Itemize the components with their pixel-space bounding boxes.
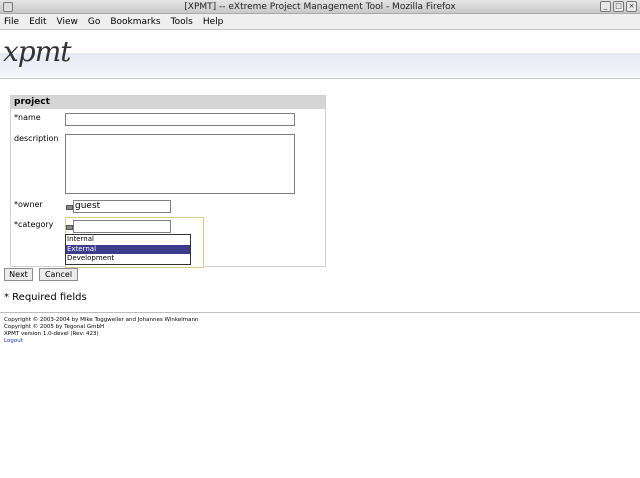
menu-help[interactable]: Help (203, 17, 224, 27)
description-label: description (14, 134, 59, 143)
category-dropdown[interactable]: Internal External Development (65, 234, 191, 265)
name-input[interactable] (65, 113, 295, 126)
description-textarea[interactable] (65, 134, 295, 194)
cancel-button[interactable]: Cancel (39, 268, 78, 281)
xpmt-logo: xpmt (3, 35, 72, 68)
category-lookup-icon[interactable] (66, 225, 73, 230)
footer-divider (0, 312, 640, 313)
header-banner: xpmt (0, 31, 640, 79)
footer: Copyright © 2003-2004 by Mike Toggweiler… (4, 317, 198, 345)
logout-link[interactable]: Logout (4, 338, 23, 344)
menu-go[interactable]: Go (88, 17, 100, 27)
name-label: *name (14, 113, 41, 122)
category-option-external[interactable]: External (66, 244, 190, 254)
category-option-internal[interactable]: Internal (66, 235, 190, 245)
owner-label: *owner (14, 200, 43, 209)
window-title: [XPMT] -- eXtreme Project Management Too… (184, 2, 456, 12)
window-menu-icon[interactable] (3, 2, 13, 12)
owner-input[interactable]: guest (73, 200, 171, 213)
menu-tools[interactable]: Tools (171, 17, 193, 27)
owner-lookup-icon[interactable] (66, 205, 73, 210)
version-line: XPMT version 1.0-devel (Rev: 423) (4, 331, 99, 337)
menubar: File Edit View Go Bookmarks Tools Help (0, 14, 640, 30)
category-label: *category (14, 220, 54, 229)
category-input[interactable] (73, 220, 171, 233)
minimize-icon[interactable]: _ (600, 1, 611, 12)
required-note: * Required fields (4, 292, 87, 303)
menu-view[interactable]: View (57, 17, 78, 27)
next-button[interactable]: Next (4, 268, 33, 281)
banner-stripe (0, 53, 640, 77)
menu-bookmarks[interactable]: Bookmarks (110, 17, 160, 27)
menu-edit[interactable]: Edit (29, 17, 46, 27)
copyright-line-2: Copyright © 2005 by Tegonal GmbH (4, 324, 105, 330)
category-option-development[interactable]: Development (66, 254, 190, 264)
menu-file[interactable]: File (4, 17, 19, 27)
project-form: project *name description *owner guest *… (10, 95, 326, 268)
close-icon[interactable]: × (626, 1, 637, 12)
copyright-line-1: Copyright © 2003-2004 by Mike Toggweiler… (4, 317, 199, 323)
banner-divider (0, 78, 640, 79)
maximize-icon[interactable]: □ (613, 1, 624, 12)
form-header: project (11, 96, 325, 109)
window-titlebar: [XPMT] -- eXtreme Project Management Too… (0, 0, 640, 14)
